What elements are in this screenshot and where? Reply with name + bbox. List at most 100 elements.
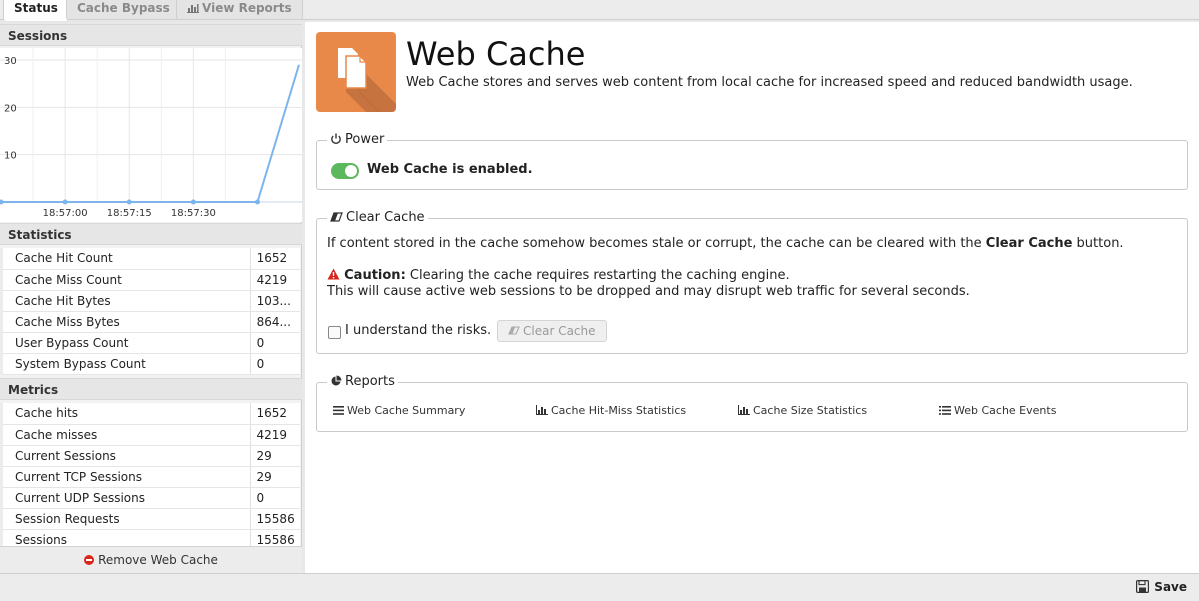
power-status: Web Cache is enabled. — [367, 162, 533, 177]
row-value: 15586 — [250, 508, 300, 530]
clear-cache-legend-label: Clear Cache — [346, 210, 425, 225]
x-tick-label: 18:57:30 — [171, 208, 216, 219]
web-cache-logo — [316, 32, 396, 112]
sessions-chart: 30 20 10 18:57:00 18:57:15 18:57:30 — [0, 48, 302, 222]
row-key: Current TCP Sessions — [0, 466, 251, 488]
statistics-table: Cache Hit Count 1652 Cache Miss Count 4219 C… — [0, 248, 300, 375]
table-row: Current Sessions 29 — [0, 445, 300, 467]
report-link-cache-hit-miss-statistics[interactable]: Cache Hit-Miss Statistics — [536, 404, 686, 417]
table-row: Current UDP Sessions 0 — [0, 487, 300, 509]
table-row: Cache Hit Count 1652 — [0, 248, 300, 270]
row-value: 29 — [250, 466, 300, 488]
series-line — [1, 64, 300, 203]
report-link-label: Web Cache Events — [954, 404, 1057, 417]
tab-cache-bypass[interactable]: Cache Bypass — [66, 0, 181, 20]
power-icon — [331, 133, 341, 145]
y-tick-label: 20 — [4, 103, 17, 114]
data-point — [254, 199, 260, 205]
tab-label: View Reports — [202, 1, 292, 15]
power-legend: Power — [327, 132, 388, 147]
row-value: 29 — [250, 445, 300, 467]
row-key: Cache Hit Bytes — [0, 290, 251, 312]
data-point — [0, 199, 4, 205]
remove-web-cache-button[interactable]: Remove Web Cache — [0, 546, 302, 573]
table-row: Current TCP Sessions 29 — [0, 466, 300, 488]
row-value: 103... — [250, 290, 300, 312]
bar-chart-icon — [187, 4, 199, 13]
statistics-title: Statistics — [0, 223, 302, 245]
save-icon — [1136, 580, 1150, 594]
report-link-label: Web Cache Summary — [347, 404, 466, 417]
report-link-web-cache-summary[interactable]: Web Cache Summary — [333, 404, 465, 417]
intro-bold: Clear Cache — [985, 236, 1073, 251]
report-link-label: Cache Hit-Miss Statistics — [551, 404, 687, 417]
power-legend-label: Power — [345, 132, 385, 147]
row-value: 15586 — [250, 529, 300, 546]
eraser-icon — [330, 212, 343, 222]
save-button[interactable]: Save — [1136, 580, 1187, 594]
power-panel: Power Web Cache is enabled. — [316, 132, 1188, 190]
power-toggle[interactable] — [331, 163, 359, 179]
table-row: Cache Miss Bytes 864... — [0, 311, 300, 333]
row-key: Cache hits — [0, 403, 251, 425]
report-link-web-cache-events[interactable]: Web Cache Events — [939, 404, 1056, 417]
clear-cache-legend: Clear Cache — [327, 210, 428, 225]
report-link-cache-size-statistics[interactable]: Cache Size Statistics — [738, 404, 867, 417]
metrics-title: Metrics — [0, 378, 302, 400]
table-row: Cache hits 1652 — [0, 403, 300, 425]
metrics-table: Cache hits 1652 Cache misses 4219 Current Se… — [0, 403, 300, 546]
sessions-title: Sessions — [0, 24, 302, 46]
intro-post: button. — [1072, 236, 1124, 251]
eraser-icon — [508, 326, 520, 335]
table-row: User Bypass Count 0 — [0, 332, 300, 354]
tab-view-reports[interactable]: View Reports — [176, 0, 303, 20]
row-value: 1652 — [250, 403, 300, 425]
reports-panel: Reports Web Cache Summary Cache Hit-Miss… — [316, 374, 1188, 432]
table-row: Cache misses 4219 — [0, 424, 300, 446]
reports-legend-label: Reports — [345, 374, 395, 389]
row-key: Sessions — [0, 529, 251, 546]
row-value: 0 — [250, 353, 300, 375]
bar-chart-icon — [536, 405, 548, 415]
tab-status[interactable]: Status — [3, 0, 69, 21]
main-panel: Web Cache Web Cache stores and serves we… — [305, 22, 1199, 573]
table-row: Sessions 15586 — [0, 529, 300, 546]
row-value: 0 — [250, 332, 300, 354]
bottom-bar: Save — [0, 573, 1199, 601]
clear-cache-button-label: Clear Cache — [523, 324, 596, 338]
clear-cache-button[interactable]: Clear Cache — [497, 320, 607, 342]
row-value: 864... — [250, 311, 300, 333]
row-value: 4219 — [250, 424, 300, 446]
row-key: Cache Miss Bytes — [0, 311, 251, 333]
tab-bar: Status Cache Bypass View Reports — [0, 0, 1199, 21]
understand-risks-label[interactable]: I understand the risks. — [345, 323, 491, 338]
data-point — [126, 199, 132, 205]
sidebar: Sessions 30 20 10 18:57:00 18:57:15 18:57:30 … — [0, 24, 302, 573]
understand-risks-checkbox[interactable] — [328, 326, 341, 339]
statistics-table-wrap: Cache Hit Count 1652 Cache Miss Count 4219 C… — [0, 248, 300, 375]
data-point — [62, 199, 68, 205]
row-key: User Bypass Count — [0, 332, 251, 354]
x-tick-label: 18:57:15 — [107, 208, 152, 219]
sessions-chart-svg: 30 20 10 18:57:00 18:57:15 18:57:30 — [0, 48, 302, 219]
pie-chart-icon — [331, 375, 342, 386]
row-key: System Bypass Count — [0, 353, 251, 375]
warning-icon — [327, 268, 340, 280]
documents-icon — [338, 48, 396, 112]
y-tick-label: 30 — [4, 56, 17, 67]
data-point — [190, 199, 196, 205]
table-row: System Bypass Count 0 — [0, 353, 300, 375]
caution-text: Clearing the cache requires restarting t… — [405, 268, 790, 283]
row-key: Current Sessions — [0, 445, 251, 467]
remove-icon — [84, 555, 95, 565]
page-description: Web Cache stores and serves web content … — [406, 75, 1133, 90]
row-key: Session Requests — [0, 508, 251, 530]
metrics-table-wrap: Cache hits 1652 Cache misses 4219 Current Se… — [0, 403, 300, 546]
tab-label: Status — [14, 1, 58, 15]
row-key: Current UDP Sessions — [0, 487, 251, 509]
page-title: Web Cache — [406, 35, 586, 73]
clear-cache-panel: Clear Cache If content stored in the cac… — [316, 210, 1188, 354]
list-icon — [939, 406, 951, 415]
table-row: Cache Miss Count 4219 — [0, 269, 300, 291]
row-key: Cache misses — [0, 424, 251, 446]
